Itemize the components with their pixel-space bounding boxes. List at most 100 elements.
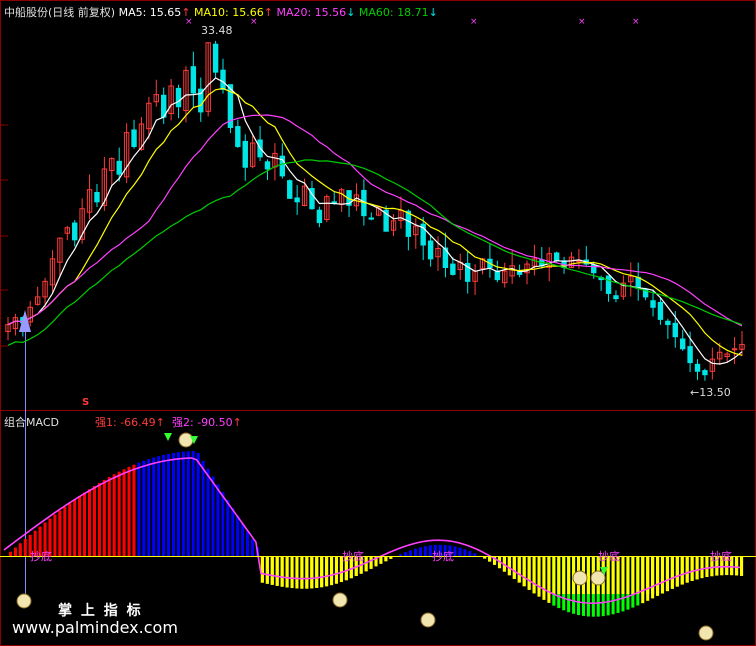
macd-histogram-bar [621,556,625,594]
bottom-signal-label: 抄底 [432,550,454,563]
macd-histogram-bar [507,556,511,576]
macd-histogram-bar [675,556,679,587]
candle-body [264,161,271,170]
top-x-marker: × [578,17,586,27]
strong2-legend: 强2: -90.50↑ [172,416,242,429]
candle-body [368,217,374,220]
macd-histogram-bar [13,547,17,556]
macd-histogram-bar [216,484,220,556]
candle-body [220,69,226,90]
candle-body [294,197,300,203]
macd-histogram-bar [325,556,329,587]
ma5-legend: MA5: 15.65 [118,6,182,19]
macd-histogram-bar [147,459,151,556]
macd-histogram-bar [552,556,556,594]
macd-histogram-bar [517,556,521,583]
high-price-label: 33.48 [201,24,233,37]
candle-body [635,276,641,289]
top-x-marker: × [470,17,478,27]
macd-histogram-bar [423,546,427,556]
arrow-up-icon: ↑ [232,416,242,429]
macd-histogram-bar [631,556,635,594]
chart-canvas: × × × × × [0,0,756,646]
macd-histogram-bar [685,556,689,583]
candle-body [287,180,293,199]
candle-body [190,66,197,94]
macd-histogram-bar [250,539,255,556]
macd-histogram-bar [142,460,146,556]
macd-histogram-bar [280,556,284,587]
macd-histogram-bar [404,552,408,556]
macd-histogram-bar [162,454,166,556]
macd-histogram-bar [468,551,472,556]
macd-histogram-bar [527,556,531,590]
candle-body [405,210,412,237]
macd-histogram-bar [53,514,57,556]
macd-histogram-bar [221,492,225,556]
candle-body [427,240,434,260]
arrow-up-icon: ↑ [181,6,191,19]
top-x-marker: × [632,17,640,27]
macd-histogram-bar [740,556,744,576]
macd-histogram-bar [92,485,96,556]
macd-histogram-bar [409,550,413,556]
candle-body [494,270,501,281]
candle-body [650,300,656,308]
candle-body [702,370,708,376]
macd-histogram-bar [191,451,195,556]
macd-histogram-bar [206,468,210,556]
macd-histogram-bar [63,506,67,556]
macd-histogram-bar [201,460,205,556]
macd-histogram-bar [626,556,630,594]
ma10-line [7,87,743,356]
macd-histogram-bar [176,452,180,556]
macd-histogram-bar [285,556,289,588]
smiley-icon [698,625,714,641]
chart-header: 中船股份(日线 前复权) MA5: 15.65↑ MA10: 15.66↑ MA… [4,4,438,20]
arrow-down-icon: ↓ [428,6,438,19]
candle-body [665,320,671,326]
macd-histogram-bar [137,462,141,556]
arrow-up-icon: ↑ [155,416,165,429]
macd-histogram-bar [458,547,462,556]
smiley-icon [590,570,606,586]
candle-body [316,209,323,224]
ma20-legend: MA20: 15.56 [276,6,347,19]
bottom-signal-label: 抄底 [710,550,732,563]
macd-histogram-bar [117,471,121,556]
candle-body [131,129,137,147]
macd-histogram-bar [167,453,171,556]
candle-body [694,363,701,372]
macd-histogram-bar [636,556,640,594]
macd-histogram-bar [418,547,422,556]
candle-body [731,348,738,351]
watermark-cn: 掌 上 指 标 [58,603,143,619]
macd-histogram-bar [300,556,304,589]
smiley-icon [420,612,436,628]
ma5-line [7,77,743,365]
macd-header: 组合MACD [4,414,59,430]
macd-histogram-bar [83,492,87,556]
macd-histogram-bar [320,556,324,588]
candle-body [553,252,560,262]
candle-body [613,295,619,300]
stock-chart-window: × × × × × 中船股份(日线 前复权) MA5: 15.65↑ MA10: 15.… [0,0,756,646]
ma20-line [7,114,743,327]
bottom-signal-label: 抄底 [342,550,364,563]
macd-histogram-bar [241,523,245,556]
smiley-icon [332,592,348,608]
candle-body [687,346,693,364]
macd-histogram-bar [695,556,699,580]
macd-histogram-bar [369,556,373,569]
macd-histogram-bar [660,556,665,594]
macd-histogram-bar [87,489,92,556]
macd-histogram-bar [107,477,111,556]
macd-histogram-bar [275,556,279,586]
macd-histogram-bar [290,556,294,589]
macd-histogram-bar [211,476,215,556]
macd-histogram-bar [260,556,264,583]
macd-histogram-bar [236,515,240,556]
macd-histogram-bar [334,556,339,584]
macd-histogram-bar [522,556,526,587]
macd-histogram-bar [8,551,13,556]
